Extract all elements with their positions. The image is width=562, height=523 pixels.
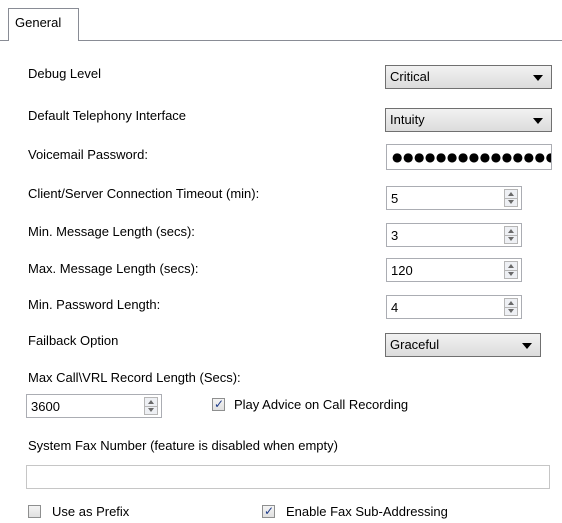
spin-buttons [504,226,518,244]
fax-sub-addressing-label[interactable]: Enable Fax Sub-Addressing [286,504,448,519]
max-record-length-stepper[interactable]: 3600 [26,394,162,418]
voicemail-password-label: Voicemail Password: [28,147,148,162]
spin-down-icon[interactable] [505,270,517,278]
max-message-length-label: Max. Message Length (secs): [28,261,199,276]
chevron-down-icon [533,75,543,81]
failback-option-dropdown[interactable]: Graceful [385,333,541,357]
tab-strip: General [0,0,562,42]
tab-general[interactable]: General [8,8,79,41]
default-telephony-value: Intuity [390,112,425,127]
default-telephony-label: Default Telephony Interface [28,108,187,123]
spin-down-icon[interactable] [505,198,517,206]
max-record-length-value: 3600 [31,399,60,414]
debug-level-dropdown[interactable]: Critical [385,65,552,89]
failback-option-label: Failback Option [28,333,119,348]
spin-buttons [504,261,518,279]
use-as-prefix-label[interactable]: Use as Prefix [52,504,129,519]
spin-buttons [144,397,158,415]
debug-level-label: Debug Level [28,66,101,81]
max-message-length-stepper[interactable]: 120 [386,258,522,282]
min-password-length-stepper[interactable]: 4 [386,295,522,319]
play-advice-label[interactable]: Play Advice on Call Recording [234,397,408,412]
spin-down-icon[interactable] [505,307,517,315]
chevron-down-icon [533,118,543,124]
checkmark-icon: ✓ [214,397,225,411]
fax-sub-addressing-checkbox[interactable]: ✓ [262,504,275,518]
max-message-length-value: 120 [391,263,413,278]
tab-general-label: General [15,15,62,30]
connection-timeout-stepper[interactable]: 5 [386,186,522,210]
default-telephony-dropdown[interactable]: Intuity [385,108,552,132]
spin-down-icon[interactable] [505,235,517,243]
failback-option-value: Graceful [390,337,440,352]
fax-number-input[interactable] [26,465,550,489]
voicemail-password-field[interactable]: ●●●●●●●●●●●●●●●● [386,144,552,170]
play-advice-checkbox[interactable]: ✓ [212,397,225,411]
checkmark-icon: ✓ [264,504,275,518]
min-password-length-label: Min. Password Length: [28,297,161,312]
spin-buttons [504,189,518,207]
min-message-length-stepper[interactable]: 3 [386,223,522,247]
min-message-length-label: Min. Message Length (secs): [28,224,195,239]
connection-timeout-value: 5 [391,191,399,206]
spin-buttons [504,298,518,316]
connection-timeout-label: Client/Server Connection Timeout (min): [28,186,260,201]
debug-level-value: Critical [390,69,430,84]
max-record-length-label: Max Call\VRL Record Length (Secs): [28,370,241,385]
chevron-down-icon [522,343,532,349]
min-password-length-value: 4 [391,300,399,315]
use-as-prefix-checkbox[interactable] [28,505,41,518]
fax-number-label: System Fax Number (feature is disabled w… [28,438,338,453]
tab-divider [0,40,562,41]
spin-down-icon[interactable] [145,406,157,414]
min-message-length-value: 3 [391,228,399,243]
